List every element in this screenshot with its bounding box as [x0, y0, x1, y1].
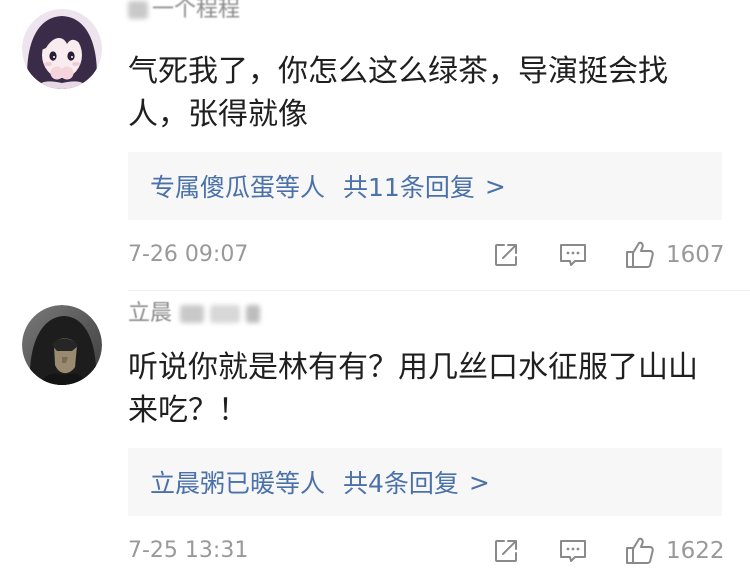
blur-block [210, 305, 241, 323]
reply-participants: 立晨粥已暖等人 [150, 469, 326, 498]
comment-icon[interactable] [558, 241, 588, 269]
like-count: 1607 [666, 242, 725, 268]
share-icon[interactable] [492, 537, 520, 565]
user-avatar[interactable] [22, 305, 102, 385]
comment-button[interactable] [558, 239, 588, 271]
comment-text: 听说你就是林有有？用几丝口水征服了山山 来吃？！ [128, 346, 738, 432]
comment-text-line: 气死我了，你怎么这么绿茶，导演挺会找 [128, 54, 668, 89]
reply-participants: 专属傻瓜蛋等人 [150, 173, 326, 202]
username-blur-mask [128, 1, 148, 19]
thumbs-up-icon[interactable] [624, 535, 656, 567]
like-button[interactable]: 1607 [624, 239, 725, 271]
blur-block [180, 305, 205, 323]
chevron-right-icon: > [468, 467, 490, 497]
comment-text: 气死我了，你怎么这么绿茶，导演挺会找 人，张得就像 [128, 50, 738, 136]
comment-divider [128, 290, 750, 291]
comment-timestamp: 7-25 13:31 [128, 538, 249, 563]
comment-text-line: 来吃？！ [128, 393, 248, 428]
reply-count: 共4条回复 [343, 469, 459, 498]
chevron-right-icon: > [484, 171, 506, 201]
hooded-figure-avatar-icon [22, 305, 102, 385]
username-blur-mask [180, 305, 266, 323]
forward-button[interactable] [492, 535, 520, 567]
username-link[interactable]: 一个程程 [128, 0, 240, 23]
comment-button[interactable] [558, 535, 588, 567]
comment-icon[interactable] [558, 537, 588, 565]
share-icon[interactable] [492, 241, 520, 269]
forward-button[interactable] [492, 239, 520, 271]
username-text: 立晨 [128, 301, 173, 326]
comment-text-line: 听说你就是林有有？用几丝口水征服了山山 [128, 350, 698, 385]
comment-text-line: 人，张得就像 [128, 97, 308, 132]
reply-count: 共11条回复 [343, 173, 475, 202]
username-link[interactable]: 立晨 [128, 301, 266, 327]
blur-block [246, 305, 261, 323]
like-count: 1622 [666, 538, 725, 564]
view-replies-button[interactable]: 立晨粥已暖等人 共4条回复 > [128, 448, 722, 516]
comment-item: 一个程程 气死我了，你怎么这么绿茶，导演挺会找 人，张得就像 专属傻瓜蛋等人 共… [0, 0, 750, 290]
view-replies-button[interactable]: 专属傻瓜蛋等人 共11条回复 > [128, 152, 722, 220]
thumbs-up-icon[interactable] [624, 239, 656, 271]
comment-item: 立晨 听说你就是林有有？用几丝口水征服了山山 来吃？！ 立晨粥已暖等人 共4条回… [0, 296, 750, 586]
anime-girl-avatar-icon [22, 9, 102, 89]
user-avatar[interactable] [22, 9, 102, 89]
like-button[interactable]: 1622 [624, 535, 725, 567]
comment-timestamp: 7-26 09:07 [128, 242, 249, 267]
username-text: 一个程程 [152, 0, 241, 22]
